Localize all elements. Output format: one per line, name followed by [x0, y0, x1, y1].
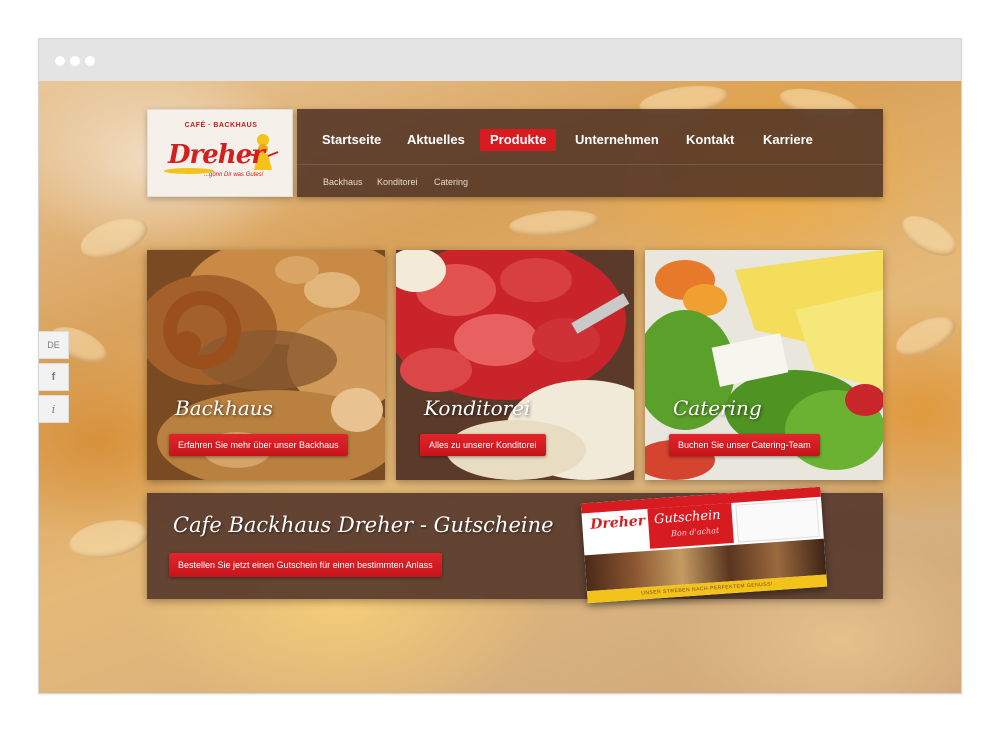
background-almond [508, 207, 600, 239]
voucher-info-area [735, 499, 820, 543]
background-almond [75, 210, 153, 266]
card-title-backhaus: Backhaus [175, 396, 273, 420]
logo-tagline: ...gönn Dir was Gutes! [204, 172, 264, 178]
site-logo[interactable]: CAFÉ · BACKHAUS Dreher ...gönn Dir was G… [147, 109, 293, 197]
nav-item-kontakt[interactable]: Kontakt [676, 129, 744, 151]
nav-item-unternehmen[interactable]: Unternehmen [565, 129, 669, 151]
voucher-brand: Dreher [589, 513, 646, 533]
card-title-konditorei: Konditorei [424, 396, 531, 420]
nav-item-aktuelles[interactable]: Aktuelles [397, 129, 475, 151]
card-catering[interactable]: Catering Buchen Sie unser Catering-Team [645, 250, 883, 480]
card-konditorei[interactable]: Konditorei Alles zu unserer Konditorei [396, 250, 634, 480]
voucher-banner: Cafe Backhaus Dreher - Gutscheine Bestel… [147, 486, 883, 604]
logo-top-line: CAFÉ · BACKHAUS [184, 122, 258, 129]
main-navigation: Startseite Aktuelles Produkte Unternehme… [297, 109, 883, 197]
konditorei-more-button[interactable]: Alles zu unserer Konditorei [420, 434, 546, 456]
info-tab[interactable]: i [39, 395, 69, 423]
page-viewport: DE f i CAFÉ · BACKHAUS Dreher ...gönn Di… [39, 81, 961, 693]
nav-item-produkte[interactable]: Produkte [480, 129, 557, 151]
order-voucher-button[interactable]: Bestellen Sie jetzt einen Gutschein für … [169, 553, 442, 577]
facebook-icon: f [51, 371, 56, 383]
info-icon: i [51, 402, 56, 416]
subnav-item-backhaus[interactable]: Backhaus [323, 177, 363, 187]
logo-brand: Dreher [168, 140, 265, 170]
voucher-title-panel: Gutschein Bon d'achat [647, 503, 734, 549]
banner-title: Cafe Backhaus Dreher - Gutscheine [173, 513, 554, 537]
voucher-image[interactable]: Dreher Gutschein Bon d'achat UNSER STREB… [580, 486, 828, 604]
catering-book-button[interactable]: Buchen Sie unser Catering-Team [669, 434, 820, 456]
card-backhaus[interactable]: Backhaus Erfahren Sie mehr über unser Ba… [147, 250, 385, 480]
background-almond [895, 208, 961, 264]
language-switch-tab[interactable]: DE [39, 331, 69, 359]
background-almond [66, 514, 152, 564]
window-dot-icon[interactable] [85, 56, 95, 66]
nav-item-karriere[interactable]: Karriere [753, 129, 823, 151]
backhaus-more-button[interactable]: Erfahren Sie mehr über unser Backhaus [169, 434, 348, 456]
primary-nav: Startseite Aktuelles Produkte Unternehme… [297, 109, 883, 165]
nav-item-startseite[interactable]: Startseite [312, 129, 391, 151]
browser-title-bar [39, 39, 961, 81]
background-almond [890, 308, 961, 364]
language-label: DE [47, 340, 60, 350]
voucher-subtitle: Bon d'achat [670, 525, 720, 539]
browser-window: DE f i CAFÉ · BACKHAUS Dreher ...gönn Di… [38, 38, 962, 694]
card-title-catering: Catering [673, 396, 762, 420]
subnav-item-konditorei[interactable]: Konditorei [377, 177, 418, 187]
window-dot-icon[interactable] [55, 56, 65, 66]
subnav-item-catering[interactable]: Catering [434, 177, 468, 187]
voucher-title: Gutschein [653, 507, 722, 528]
window-dot-icon[interactable] [70, 56, 80, 66]
facebook-tab[interactable]: f [39, 363, 69, 391]
